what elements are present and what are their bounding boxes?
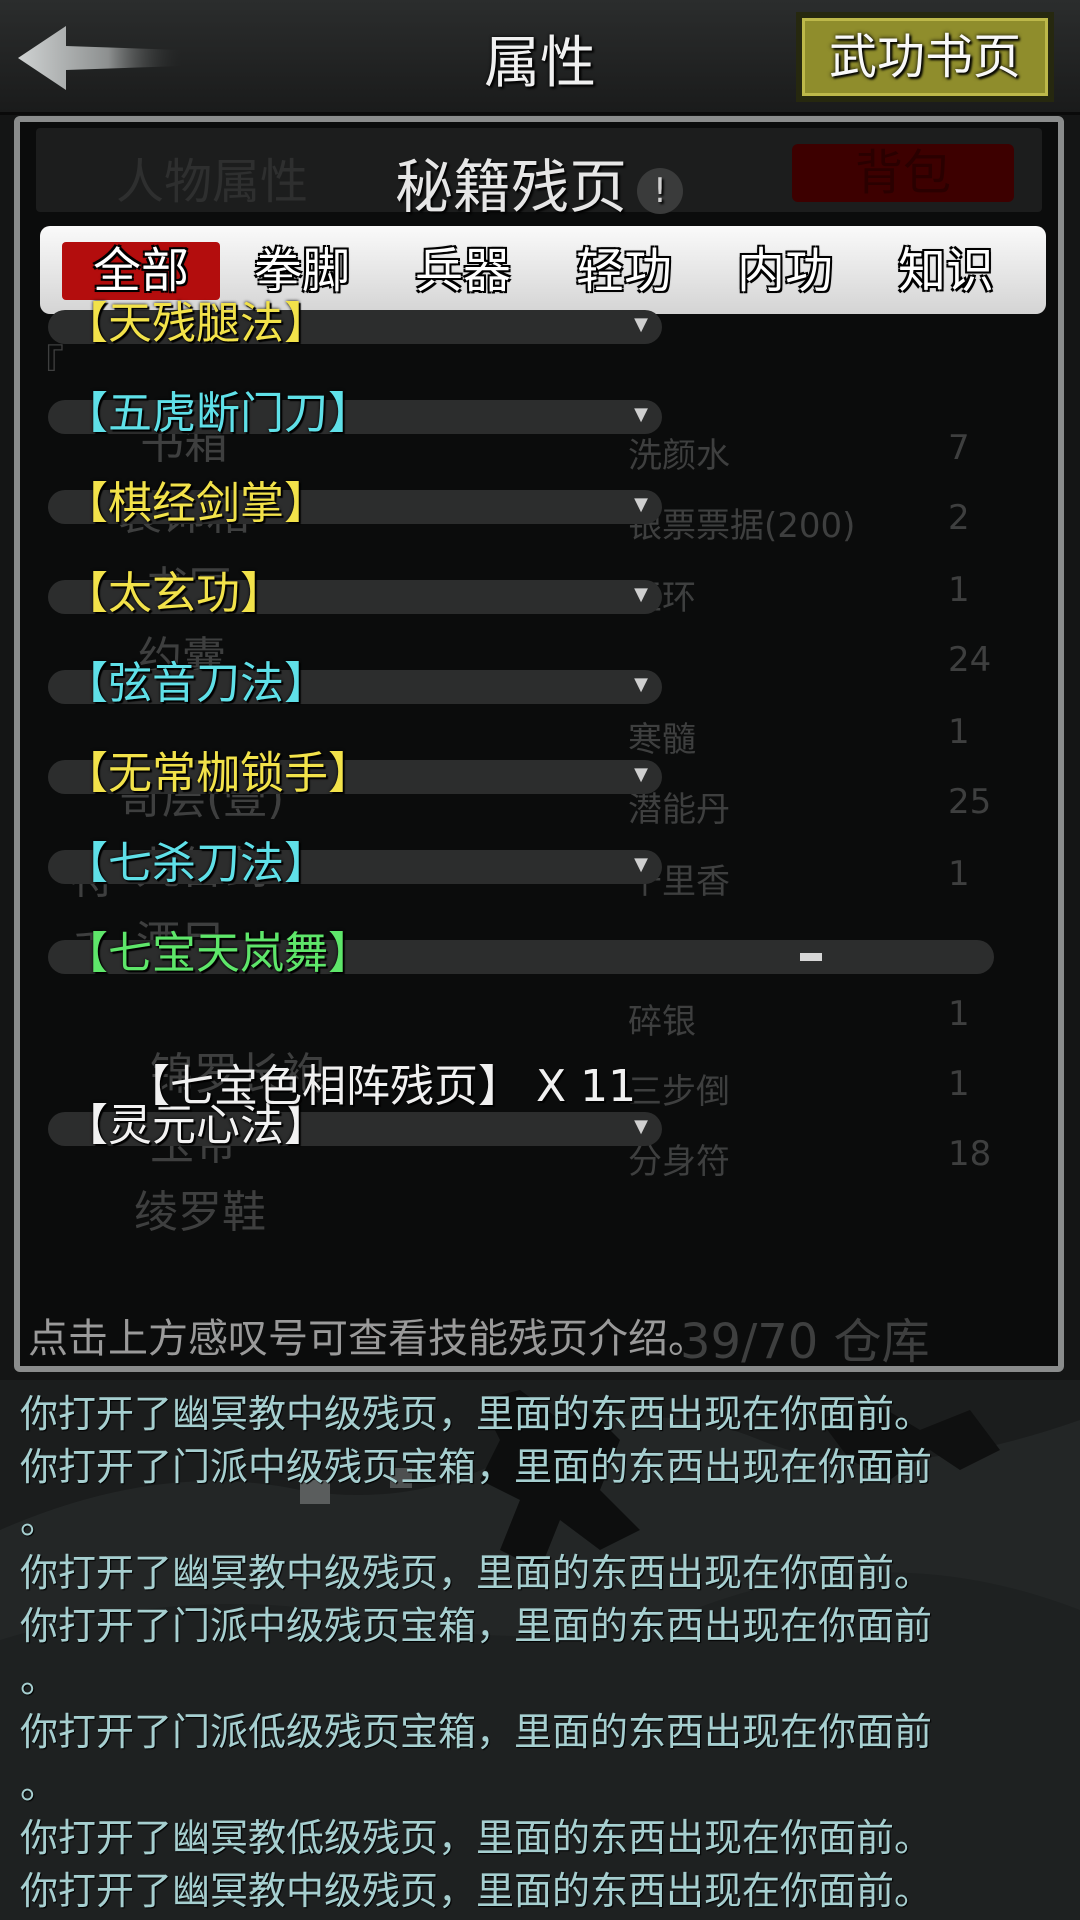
tab-inner-skill[interactable]: 内功 (706, 242, 864, 300)
skill-row[interactable]: 【无常枷锁手】 ▼ (48, 744, 1028, 804)
skill-name: 【七杀刀法】 (64, 838, 328, 889)
collapse-icon[interactable] (800, 953, 822, 961)
chevron-down-icon[interactable]: ▼ (630, 314, 652, 336)
skill-name: 【天残腿法】 (64, 298, 328, 349)
log-line: 你打开了幽冥教低级残页，里面的东西出现在你面前。 (20, 1816, 933, 1860)
list-item-fragment: 【七宝色相阵残页】 X 11 (126, 1061, 637, 1112)
exclamation-info-icon[interactable]: ! (637, 167, 683, 214)
chevron-down-icon[interactable]: ▼ (630, 674, 652, 696)
skill-row[interactable]: 【七宝天岚舞】 (48, 924, 1028, 984)
log-line: 你打开了门派中级残页宝箱，里面的东西出现在你面前 。 (20, 1604, 933, 1701)
tab-all[interactable]: 全部 (62, 242, 220, 300)
skill-name: 【棋经剑掌】 (64, 478, 328, 529)
skill-name: 【七宝天岚舞】 (64, 928, 372, 979)
background-text: 39/70 仓库 (680, 1314, 930, 1370)
skill-name: 【弦音刀法】 (64, 658, 328, 709)
martial-book-pages-button[interactable]: 武功书页 (796, 12, 1054, 102)
top-bar: 属性 武功书页 (0, 0, 1080, 115)
tab-knowledge[interactable]: 知识 (867, 242, 1025, 300)
tab-weapons[interactable]: 兵器 (384, 242, 542, 300)
chevron-down-icon[interactable]: ▼ (630, 854, 652, 876)
background-text: 1 (948, 994, 970, 1034)
skill-name: 【五虎断门刀】 (64, 388, 372, 439)
log-line: 你打开了门派低级残页宝箱，里面的东西出现在你面前 。 (20, 1710, 933, 1807)
main-panel: 『书箱装饰箱书匣约囊笥层(壹)九咎剑酒尸特香锦罗长袍玉带绫罗鞋洗颜水7银票票据(… (14, 116, 1064, 1372)
chevron-down-icon[interactable]: ▼ (630, 404, 652, 426)
message-log[interactable]: 你打开了幽冥教中级残页，里面的东西出现在你面前。你打开了门派中级残页宝箱，里面的… (0, 1380, 1080, 1920)
log-line: 你打开了幽冥教中级残页，里面的东西出现在你面前。 (20, 1392, 933, 1436)
skill-name: 【无常枷锁手】 (64, 748, 372, 799)
log-lines: 你打开了幽冥教中级残页，里面的东西出现在你面前。你打开了门派中级残页宝箱，里面的… (20, 1388, 1060, 1918)
log-line: 你打开了幽冥教中级残页，里面的东西出现在你面前。 (20, 1551, 933, 1595)
log-line: 你打开了门派中级残页宝箱，里面的东西出现在你面前 。 (20, 1445, 933, 1542)
panel-title-text: 秘籍残页 (394, 153, 627, 221)
skill-row[interactable]: 【五虎断门刀】 ▼ (48, 384, 1028, 444)
tab-lightness-skill[interactable]: 轻功 (545, 242, 703, 300)
chevron-down-icon[interactable]: ▼ (630, 1116, 652, 1138)
chevron-down-icon[interactable]: ▼ (630, 584, 652, 606)
skill-row[interactable]: 【七杀刀法】 ▼ (48, 834, 1028, 894)
skill-row[interactable]: 【弦音刀法】 ▼ (48, 654, 1028, 714)
log-line: 你打开了幽冥教中级残页，里面的东西出现在你面前。 (20, 1869, 933, 1913)
skill-row[interactable]: 【太玄功】 ▼ (48, 564, 1028, 624)
skill-name: 【太玄功】 (64, 568, 284, 619)
chevron-down-icon[interactable]: ▼ (630, 494, 652, 516)
skill-row[interactable]: 【天残腿法】 ▼ (48, 294, 1028, 354)
tab-backpack[interactable]: 背包 (792, 144, 1014, 202)
panel-header: 人物属性 秘籍残页! 背包 (36, 128, 1042, 221)
background-text: 绫罗鞋 (134, 1187, 266, 1238)
chevron-down-icon[interactable]: ▼ (630, 764, 652, 786)
tab-fist-kick[interactable]: 拳脚 (223, 242, 381, 300)
hint-text: 点击上方感叹号可查看技能残页介绍。 (28, 1316, 708, 1362)
skill-row[interactable]: 【棋经剑掌】 ▼ (48, 474, 1028, 534)
background-text: 碎银 (628, 1002, 696, 1042)
